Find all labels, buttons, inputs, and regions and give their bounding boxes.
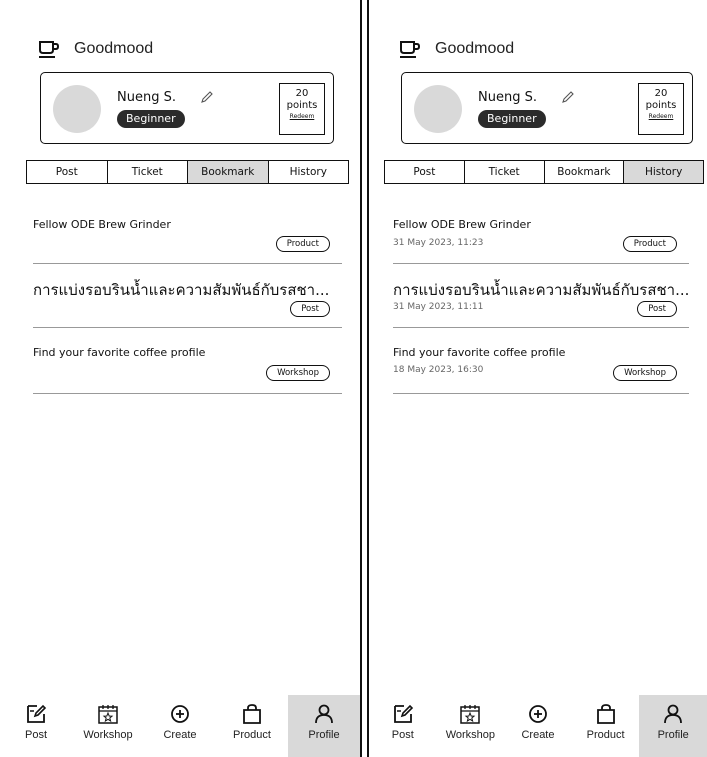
- nav-post[interactable]: Post: [369, 695, 437, 757]
- redeem-link[interactable]: Redeem: [639, 113, 683, 120]
- list-item[interactable]: Find your favorite coffee profile 18 May…: [393, 328, 689, 394]
- level-badge: Beginner: [117, 110, 185, 128]
- nav-create-label: Create: [521, 729, 555, 741]
- item-title: Find your favorite coffee profile: [393, 346, 566, 359]
- tag-product: Product: [275, 236, 330, 252]
- nav-workshop[interactable]: Workshop: [437, 695, 505, 757]
- tag-workshop: Workshop: [266, 365, 330, 381]
- list-item[interactable]: Find your favorite coffee profile Worksh…: [33, 328, 342, 394]
- tab-bookmark[interactable]: Bookmark: [544, 161, 625, 183]
- points-value: 20: [295, 88, 309, 99]
- redeem-link[interactable]: Redeem: [280, 113, 324, 120]
- tag-product: Product: [622, 236, 677, 252]
- tag-workshop: Workshop: [613, 365, 677, 381]
- app-title: Goodmood: [74, 40, 154, 57]
- edit-note-icon: [27, 704, 47, 723]
- tab-post[interactable]: Post: [385, 161, 465, 183]
- plus-circle-icon: [171, 705, 189, 723]
- item-date: 31 May 2023, 11:11: [393, 302, 484, 312]
- nav-post[interactable]: Post: [0, 695, 72, 757]
- nav-profile-label: Profile: [308, 729, 340, 741]
- bottom-nav: Post Workshop Create Product Profile: [369, 695, 707, 757]
- plus-circle-icon: [529, 705, 547, 723]
- profile-card: Nueng S. Beginner 20 points Redeem: [40, 72, 334, 144]
- points-label: points: [645, 100, 677, 111]
- person-icon: [664, 704, 683, 724]
- pencil-icon[interactable]: [560, 89, 576, 105]
- tab-post[interactable]: Post: [27, 161, 108, 183]
- list-item[interactable]: การแบ่งรอบรินน้ำและความสัมพันธ์กับรสชา..…: [393, 264, 689, 328]
- level-badge: Beginner: [478, 110, 546, 128]
- tab-ticket[interactable]: Ticket: [464, 161, 545, 183]
- list-item[interactable]: การแบ่งรอบรินน้ำและความสัมพันธ์กับรสชา..…: [33, 264, 342, 328]
- list-item[interactable]: Fellow ODE Brew Grinder 31 May 2023, 11:…: [393, 208, 689, 264]
- coffee-cup-icon: [39, 41, 60, 58]
- avatar: [53, 85, 101, 133]
- nav-create[interactable]: Create: [504, 695, 572, 757]
- shopping-bag-icon: [596, 704, 615, 724]
- edit-note-icon: [393, 704, 413, 723]
- item-title: Fellow ODE Brew Grinder: [393, 218, 531, 231]
- nav-workshop[interactable]: Workshop: [72, 695, 144, 757]
- person-icon: [315, 704, 333, 724]
- screen-history: Goodmood Nueng S. Beginner 20 points Red…: [367, 0, 707, 757]
- tag-post: Post: [637, 301, 677, 317]
- shopping-bag-icon: [243, 704, 261, 724]
- nav-profile-label: Profile: [657, 729, 689, 741]
- nav-product[interactable]: Product: [216, 695, 288, 757]
- screen-bookmark: Goodmood Nueng S. Beginner 20 points Red…: [0, 0, 362, 757]
- user-name: Nueng S.: [478, 90, 537, 105]
- nav-profile[interactable]: Profile: [288, 695, 360, 757]
- item-date: 18 May 2023, 16:30: [393, 365, 484, 375]
- nav-profile[interactable]: Profile: [639, 695, 707, 757]
- app-bar: Goodmood: [38, 38, 153, 60]
- avatar: [414, 85, 462, 133]
- tab-bar: Post Ticket Bookmark History: [26, 160, 349, 184]
- nav-workshop-label: Workshop: [445, 729, 496, 741]
- points-box: 20 points Redeem: [279, 83, 325, 135]
- points-box: 20 points Redeem: [638, 83, 684, 135]
- tab-history[interactable]: History: [624, 161, 703, 183]
- item-date: 31 May 2023, 11:23: [393, 238, 484, 248]
- item-title: การแบ่งรอบรินน้ำและความสัมพันธ์กับรสชา..…: [393, 281, 689, 299]
- app-bar: Goodmood: [399, 38, 514, 60]
- tab-history[interactable]: History: [268, 161, 348, 183]
- nav-product-label: Product: [586, 729, 625, 741]
- nav-workshop-label: Workshop: [83, 729, 133, 741]
- app-title: Goodmood: [435, 40, 515, 57]
- nav-product-label: Product: [233, 729, 271, 741]
- calendar-star-icon: [460, 705, 481, 724]
- history-list: Fellow ODE Brew Grinder 31 May 2023, 11:…: [393, 208, 689, 394]
- points-value: 20: [654, 88, 668, 99]
- list-item[interactable]: Fellow ODE Brew Grinder Product: [33, 208, 342, 264]
- tab-bookmark[interactable]: Bookmark: [188, 161, 269, 183]
- bookmark-list: Fellow ODE Brew Grinder Product การแบ่งร…: [33, 208, 342, 394]
- points-label: points: [286, 100, 318, 111]
- item-title: การแบ่งรอบรินน้ำและความสัมพันธ์กับรสชา..…: [33, 281, 330, 299]
- nav-post-label: Post: [24, 729, 47, 741]
- item-title: Find your favorite coffee profile: [33, 346, 206, 359]
- item-title: Fellow ODE Brew Grinder: [33, 218, 171, 231]
- tab-bar: Post Ticket Bookmark History: [384, 160, 704, 184]
- nav-product[interactable]: Product: [572, 695, 640, 757]
- profile-card: Nueng S. Beginner 20 points Redeem: [401, 72, 693, 144]
- nav-create-label: Create: [163, 729, 197, 741]
- tab-ticket[interactable]: Ticket: [107, 161, 188, 183]
- nav-create[interactable]: Create: [144, 695, 216, 757]
- coffee-cup-icon: [400, 41, 421, 58]
- tag-post: Post: [290, 301, 330, 317]
- pencil-icon[interactable]: [199, 89, 215, 105]
- bottom-nav: Post Workshop Create Product Profile: [0, 695, 360, 757]
- user-name: Nueng S.: [117, 90, 176, 105]
- calendar-star-icon: [98, 705, 118, 724]
- nav-post-label: Post: [391, 729, 414, 741]
